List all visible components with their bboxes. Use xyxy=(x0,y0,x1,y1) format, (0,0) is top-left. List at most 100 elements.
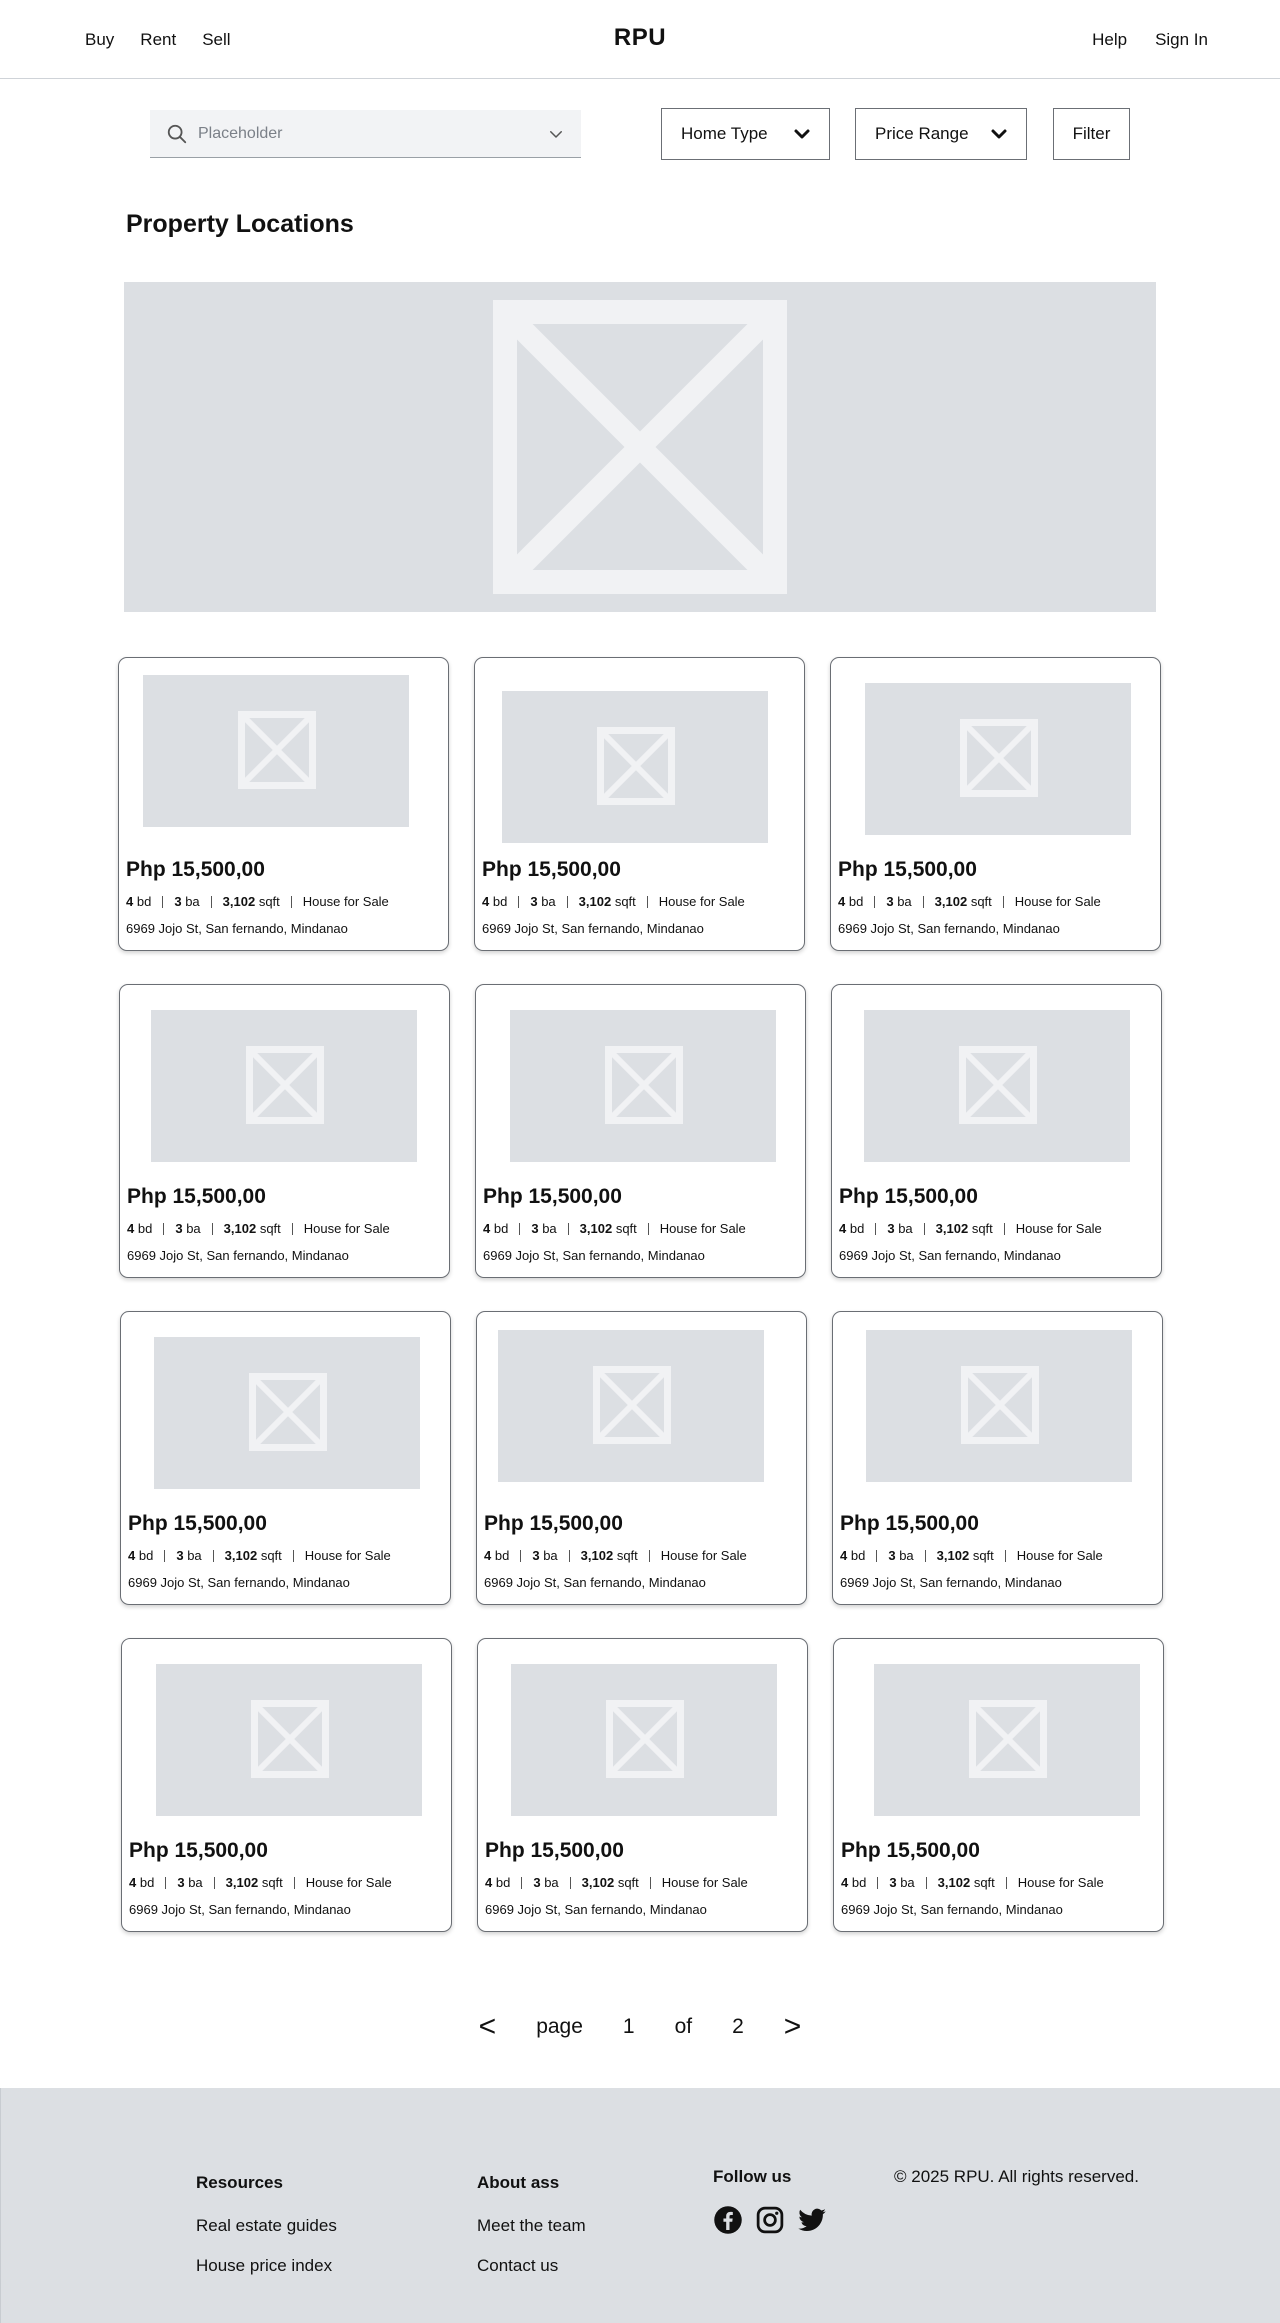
nav-sign-in[interactable]: Sign In xyxy=(1155,30,1208,50)
listing-type: House for Sale xyxy=(302,894,389,909)
pagination-prev-button[interactable]: < xyxy=(479,2010,497,2044)
listing-sqft: 3,102 xyxy=(579,1221,613,1236)
listing-card[interactable]: Php 15,500,00 4 bd 3 ba 3,102 sqft House for… xyxy=(120,1311,451,1605)
listing-baths: 3 xyxy=(887,1221,895,1236)
listing-baths-unit: ba xyxy=(542,1221,557,1236)
divider xyxy=(648,1549,650,1562)
listing-card[interactable]: Php 15,500,00 4 bd 3 ba 3,102 sqft House for… xyxy=(477,1638,808,1932)
map-placeholder[interactable] xyxy=(124,282,1156,612)
filter-button[interactable]: Filter xyxy=(1053,108,1130,160)
listing-baths: 3 xyxy=(177,1875,185,1890)
listing-card[interactable]: Php 15,500,00 4 bd 3 ba 3,102 sqft House for… xyxy=(476,1311,807,1605)
listing-beds-unit: bd xyxy=(139,1875,155,1890)
divider xyxy=(569,1876,571,1889)
search-icon xyxy=(167,124,187,143)
twitter-icon[interactable] xyxy=(797,2205,827,2235)
facebook-icon[interactable] xyxy=(713,2205,743,2235)
search-input[interactable] xyxy=(198,124,547,143)
listing-price: Php 15,500,00 xyxy=(839,1185,978,1208)
divider xyxy=(211,1222,213,1235)
listing-card[interactable]: Php 15,500,00 4 bd 3 ba 3,102 sqft House for… xyxy=(833,1638,1164,1932)
divider xyxy=(293,1876,295,1889)
listing-sqft-unit: sqft xyxy=(971,1221,993,1236)
divider xyxy=(163,1222,165,1235)
listing-sqft: 3,102 xyxy=(224,1548,258,1563)
listing-baths-unit: ba xyxy=(544,1875,559,1890)
listing-photo-placeholder xyxy=(143,675,409,827)
listing-card[interactable]: Php 15,500,00 4 bd 3 ba 3,102 sqft House for… xyxy=(121,1638,452,1932)
listing-baths: 3 xyxy=(176,1548,184,1563)
footer-link-house-price-index[interactable]: House price index xyxy=(196,2256,337,2276)
listing-address: 6969 Jojo St, San fernando, Mindanao xyxy=(127,1248,349,1263)
listing-type: House for Sale xyxy=(658,894,745,909)
listing-sqft-unit: sqft xyxy=(614,894,636,909)
pagination-next-button[interactable]: > xyxy=(784,2010,802,2044)
footer-link-contact-us[interactable]: Contact us xyxy=(477,2256,586,2276)
listing-address: 6969 Jojo St, San fernando, Mindanao xyxy=(129,1902,351,1917)
price-range-dropdown[interactable]: Price Range xyxy=(855,108,1027,160)
listing-sqft-unit: sqft xyxy=(972,1548,994,1563)
listing-card[interactable]: Php 15,500,00 4 bd 3 ba 3,102 sqft House for… xyxy=(832,1311,1163,1605)
listing-address: 6969 Jojo St, San fernando, Mindanao xyxy=(482,921,704,936)
listing-price: Php 15,500,00 xyxy=(127,1185,266,1208)
listing-photo-placeholder xyxy=(510,1010,776,1162)
listing-address: 6969 Jojo St, San fernando, Mindanao xyxy=(483,1248,705,1263)
chevron-down-icon xyxy=(794,129,810,139)
listing-baths: 3 xyxy=(532,1548,540,1563)
listing-beds: 4 xyxy=(841,1875,849,1890)
listing-card[interactable]: Php 15,500,00 4 bd 3 ba 3,102 sqft House for… xyxy=(118,657,449,951)
image-placeholder-icon xyxy=(251,1700,329,1778)
footer-follow-title: Follow us xyxy=(713,2167,792,2186)
listing-price: Php 15,500,00 xyxy=(840,1512,979,1535)
listing-address: 6969 Jojo St, San fernando, Mindanao xyxy=(841,1902,1063,1917)
search-combobox[interactable] xyxy=(150,110,581,158)
listing-beds: 4 xyxy=(127,1221,135,1236)
image-placeholder-icon xyxy=(246,1046,324,1124)
listing-sqft: 3,102 xyxy=(934,894,968,909)
listing-address: 6969 Jojo St, San fernando, Mindanao xyxy=(126,921,348,936)
listing-card[interactable]: Php 15,500,00 4 bd 3 ba 3,102 sqft House for… xyxy=(475,984,806,1278)
footer-link-real-estate-guides[interactable]: Real estate guides xyxy=(196,2216,337,2236)
listing-type: House for Sale xyxy=(1016,1548,1103,1563)
listing-beds-unit: bd xyxy=(136,894,152,909)
listing-photo-placeholder xyxy=(874,1664,1140,1816)
footer-link-meet-the-team[interactable]: Meet the team xyxy=(477,2216,586,2236)
listing-baths-unit: ba xyxy=(899,1548,914,1563)
divider xyxy=(877,1876,879,1889)
divider xyxy=(213,1876,215,1889)
copyright-text: © 2025 RPU. All rights reserved. xyxy=(894,2167,1139,2186)
chevron-down-icon xyxy=(991,129,1007,139)
listing-sqft-unit: sqft xyxy=(616,1548,638,1563)
listing-beds-unit: bd xyxy=(138,1548,154,1563)
divider xyxy=(520,1549,522,1562)
price-range-label: Price Range xyxy=(875,124,969,143)
listing-card[interactable]: Php 15,500,00 4 bd 3 ba 3,102 sqft House for… xyxy=(831,984,1162,1278)
listing-sqft: 3,102 xyxy=(580,1548,614,1563)
pagination: < page 1 of 2 > xyxy=(0,2010,1280,2044)
listing-details: 4 bd 3 ba 3,102 sqft House for Sale xyxy=(839,1221,1102,1236)
nav-help[interactable]: Help xyxy=(1092,30,1127,50)
listing-sqft-unit: sqft xyxy=(260,1548,282,1563)
instagram-icon[interactable] xyxy=(755,2205,785,2235)
image-placeholder-icon xyxy=(593,1366,671,1444)
listing-sqft-unit: sqft xyxy=(259,1221,281,1236)
listing-card[interactable]: Php 15,500,00 4 bd 3 ba 3,102 sqft House for… xyxy=(830,657,1161,951)
listing-sqft-unit: sqft xyxy=(615,1221,637,1236)
listing-price: Php 15,500,00 xyxy=(482,858,621,881)
page-title: Property Locations xyxy=(126,210,354,238)
divider xyxy=(647,1222,649,1235)
listing-card[interactable]: Php 15,500,00 4 bd 3 ba 3,102 sqft House for… xyxy=(119,984,450,1278)
listing-card[interactable]: Php 15,500,00 4 bd 3 ba 3,102 sqft House for… xyxy=(474,657,805,951)
listing-baths-unit: ba xyxy=(187,1548,202,1563)
listing-beds: 4 xyxy=(840,1548,848,1563)
site-logo[interactable]: RPU xyxy=(0,24,1280,52)
listing-baths-unit: ba xyxy=(900,1875,915,1890)
divider xyxy=(290,895,292,908)
chevron-down-icon[interactable] xyxy=(547,125,565,143)
listing-beds: 4 xyxy=(129,1875,137,1890)
listing-sqft: 3,102 xyxy=(935,1221,969,1236)
listing-photo-placeholder xyxy=(511,1664,777,1816)
listing-sqft: 3,102 xyxy=(936,1548,970,1563)
listing-sqft: 3,102 xyxy=(937,1875,971,1890)
home-type-dropdown[interactable]: Home Type xyxy=(661,108,830,160)
